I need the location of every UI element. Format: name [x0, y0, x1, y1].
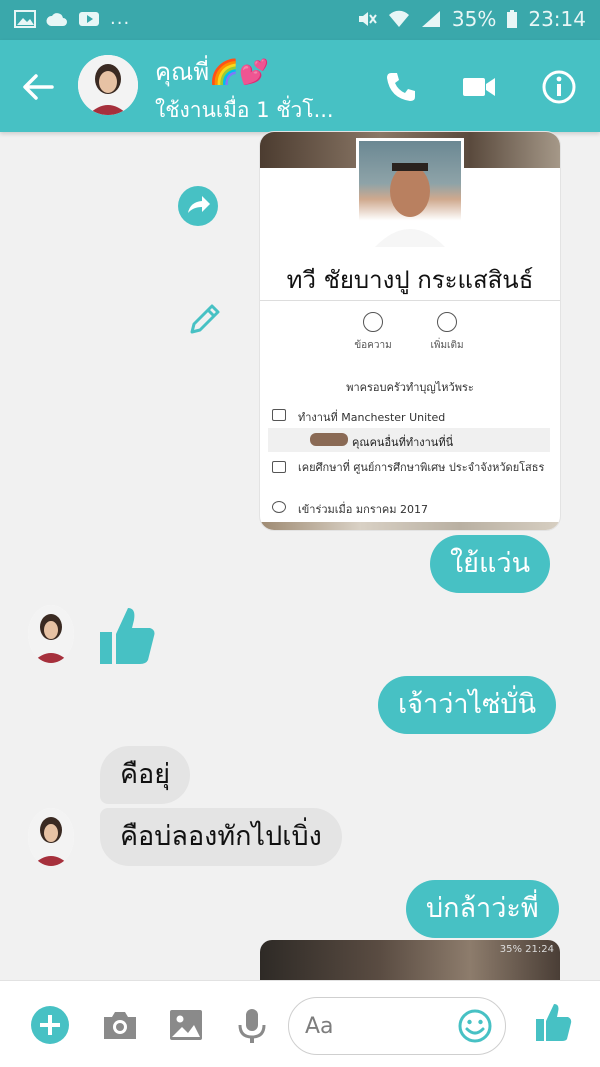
- coworkers-row: คุณคนอื่นที่ทำงานที่นี่: [268, 428, 550, 452]
- youtube-icon: [79, 11, 99, 26]
- message-action: ข้อความ: [338, 312, 408, 353]
- joined-row: เข้าร่วมเมื่อ มกราคม 2017: [272, 500, 552, 518]
- emoji-icon[interactable]: [457, 1008, 493, 1044]
- clock-icon: [272, 501, 286, 513]
- forward-share-icon[interactable]: [178, 186, 218, 226]
- battery-percent: 35%: [451, 7, 497, 31]
- conversation-header: คุณพี่🌈💕 ใช้งานเมื่อ 1 ชั่วโ...: [0, 40, 600, 132]
- message-composer: [0, 980, 600, 1067]
- more-dots-icon: [437, 312, 457, 332]
- cloud-icon: [46, 12, 67, 26]
- message-bubble-outgoing[interactable]: เจ้าว่าไซ่บั่นิ: [378, 676, 557, 734]
- image-bottom-strip: [260, 522, 560, 530]
- edit-pencil-icon[interactable]: [186, 300, 224, 338]
- contact-name[interactable]: คุณพี่🌈💕: [155, 52, 269, 91]
- microphone-icon[interactable]: [232, 1005, 272, 1045]
- education-row: เคยศึกษาที่ ศูนย์การศึกษาพิเศษ ประจำจังห…: [272, 460, 552, 475]
- message-bubble-outgoing[interactable]: ใย้แว่น: [430, 535, 551, 593]
- shared-profile-image[interactable]: ทวี ชัยบางปู กระแสสินธ์ ข้อความ เพิ่มเติ…: [260, 132, 560, 530]
- phone-icon[interactable]: [382, 68, 420, 106]
- contact-message-avatar: [28, 605, 74, 663]
- more-action: เพิ่มเติม: [412, 312, 482, 353]
- profile-picture: [356, 138, 464, 250]
- mute-icon: [358, 12, 377, 26]
- image-status-text: 35% 21:24: [499, 944, 554, 955]
- coworker-avatars: [310, 433, 348, 446]
- battery-icon: [507, 10, 518, 28]
- image-notification-icon: [14, 9, 36, 28]
- profile-name: ทวี ชัยบางปู กระแสสินธ์: [286, 266, 534, 294]
- more-action-label: เพิ่มเติม: [430, 340, 464, 351]
- message-bubble-incoming[interactable]: คือบ่ลองทักไปเบิ่ง: [100, 808, 342, 866]
- work-text: ทำงานที่ Manchester United: [298, 411, 446, 424]
- message-action-label: ข้อความ: [354, 340, 392, 351]
- messenger-icon: [363, 312, 383, 332]
- work-row: ทำงานที่ Manchester United: [272, 408, 552, 426]
- message-bubble-incoming[interactable]: คือยุ่: [100, 746, 191, 804]
- clock: 23:14: [528, 7, 586, 31]
- contact-message-avatar: [28, 808, 74, 866]
- coworkers-text: คุณคนอื่นที่ทำงานที่นี่: [352, 436, 454, 449]
- gallery-icon[interactable]: [166, 1005, 206, 1045]
- camera-icon[interactable]: [100, 1005, 140, 1045]
- avatar-photo: [78, 55, 138, 115]
- wifi-icon: [388, 10, 409, 27]
- signal-icon: [421, 11, 440, 27]
- graduation-cap-icon: [272, 461, 286, 473]
- more-notifications: ...: [110, 8, 131, 29]
- contact-active-status: ใช้งานเมื่อ 1 ชั่วโ...: [155, 98, 334, 122]
- briefcase-icon: [272, 409, 286, 421]
- info-icon[interactable]: [540, 68, 578, 106]
- message-bubble-outgoing[interactable]: บ่กล้าว่ะพี่: [406, 880, 559, 938]
- contact-avatar[interactable]: [78, 55, 138, 115]
- profile-intro: พาครอบครัวทำบุญไหว้พระ: [346, 381, 474, 394]
- plus-icon[interactable]: [30, 1005, 70, 1045]
- divider: [260, 300, 560, 301]
- message-input[interactable]: [305, 1010, 455, 1042]
- education-text: เคยศึกษาที่ ศูนย์การศึกษาพิเศษ ประจำจังห…: [298, 461, 545, 474]
- joined-text: เข้าร่วมเมื่อ มกราคม 2017: [298, 503, 429, 516]
- like-button-icon[interactable]: [534, 1001, 572, 1043]
- back-arrow-icon[interactable]: [20, 70, 56, 104]
- message-input-container[interactable]: [288, 997, 506, 1055]
- status-bar: ... 35% 23:14: [0, 0, 600, 40]
- like-sticker-icon[interactable]: [98, 604, 158, 666]
- video-call-icon[interactable]: [460, 68, 498, 106]
